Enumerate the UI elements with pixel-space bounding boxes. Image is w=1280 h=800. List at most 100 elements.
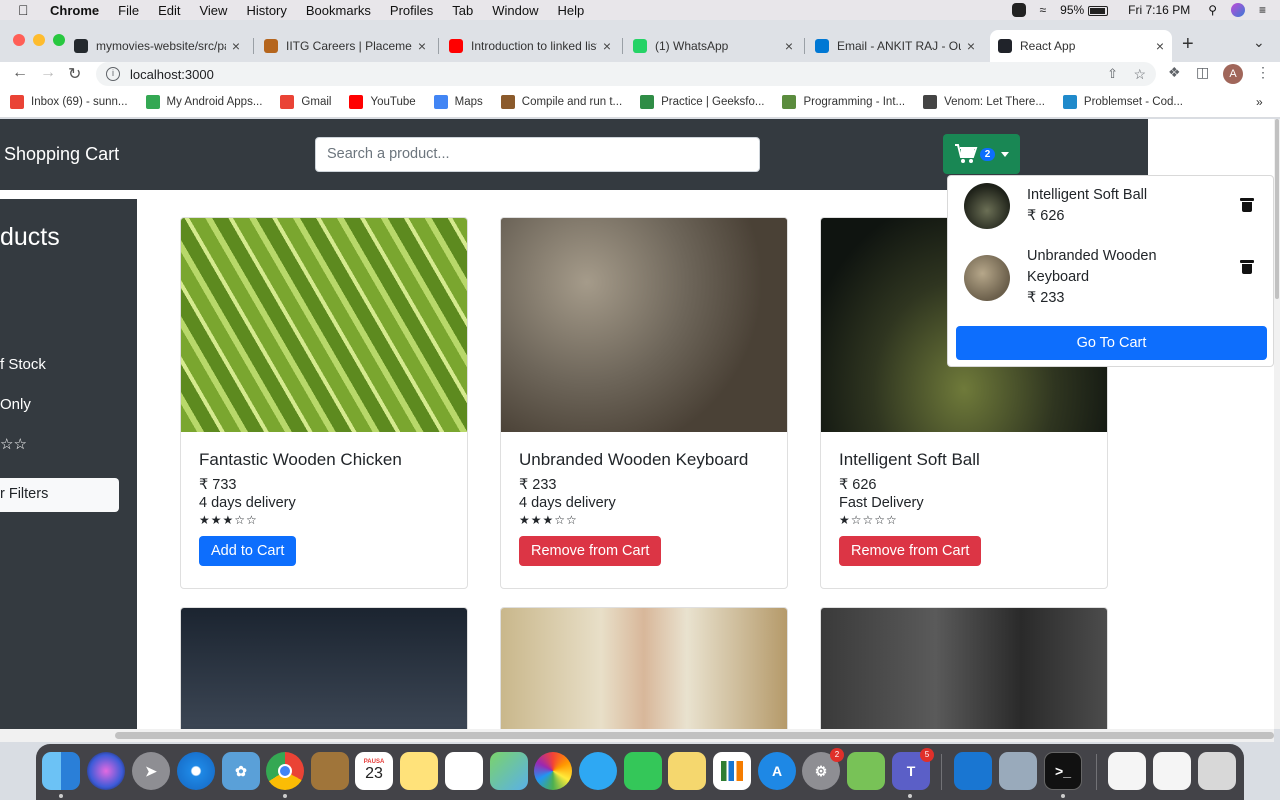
- reload-icon[interactable]: ↻: [68, 64, 81, 84]
- notes-book-icon[interactable]: [311, 752, 349, 790]
- teams-icon[interactable]: T5: [892, 748, 934, 790]
- close-tab-icon[interactable]: ×: [418, 38, 426, 54]
- launchpad-icon[interactable]: ➤: [132, 752, 170, 790]
- trash-icon[interactable]: [1240, 198, 1254, 212]
- share-icon[interactable]: ⇧: [1107, 66, 1118, 82]
- brand-title[interactable]: Shopping Cart: [4, 144, 119, 165]
- menu-bookmarks[interactable]: Bookmarks: [306, 3, 371, 18]
- close-tab-icon[interactable]: ×: [1156, 38, 1164, 54]
- bookmark-favicon-icon: [349, 94, 364, 109]
- browser-tab[interactable]: Email - ANKIT RAJ - Outl ×: [807, 30, 983, 62]
- filter-rating-stars[interactable]: ☆☆: [0, 435, 27, 453]
- menu-window[interactable]: Window: [492, 3, 538, 18]
- bookmark-item[interactable]: Venom: Let There...: [923, 94, 1045, 109]
- wifi-icon[interactable]: ≈: [1040, 3, 1047, 17]
- preview-photos-icon[interactable]: [999, 752, 1037, 790]
- calendar-icon[interactable]: PAUSA 23: [355, 752, 393, 790]
- reminders-icon[interactable]: [445, 752, 483, 790]
- bookmark-item[interactable]: Inbox (69) - sunn...: [10, 94, 128, 109]
- finder-icon[interactable]: [42, 752, 80, 790]
- cart-dropdown-button[interactable]: 2: [943, 134, 1020, 174]
- menu-edit[interactable]: Edit: [158, 3, 180, 18]
- remove-from-cart-button[interactable]: Remove from Cart: [839, 536, 982, 566]
- trash-bin-icon[interactable]: [1198, 752, 1236, 790]
- pages-icon[interactable]: [668, 752, 706, 790]
- browser-tab[interactable]: React App ×: [990, 30, 1172, 62]
- control-center-icon[interactable]: ≡: [1259, 3, 1266, 17]
- bookmark-item[interactable]: Compile and run t...: [500, 94, 622, 109]
- menu-profiles[interactable]: Profiles: [390, 3, 433, 18]
- side-panel-icon[interactable]: ◫: [1196, 64, 1209, 81]
- zoom-window-button[interactable]: [53, 34, 65, 46]
- system-preferences-icon[interactable]: ⚙ 2: [802, 748, 844, 790]
- go-to-cart-button[interactable]: Go To Cart: [956, 326, 1267, 360]
- extensions-icon[interactable]: ❖: [1168, 64, 1181, 81]
- close-tab-icon[interactable]: ×: [785, 38, 793, 54]
- menu-file[interactable]: File: [118, 3, 139, 18]
- menu-tab[interactable]: Tab: [452, 3, 473, 18]
- status-app-icon[interactable]: [1011, 3, 1026, 17]
- siri-icon[interactable]: [1230, 3, 1245, 17]
- bookmark-item[interactable]: Programming - Int...: [782, 94, 905, 109]
- filter-fast-delivery[interactable]: Only: [0, 396, 31, 413]
- remove-from-cart-button[interactable]: Remove from Cart: [519, 536, 662, 566]
- menu-app-name[interactable]: Chrome: [50, 3, 99, 18]
- bookmark-item[interactable]: YouTube: [349, 94, 416, 109]
- filter-out-of-stock[interactable]: f Stock: [0, 356, 46, 373]
- menu-help[interactable]: Help: [558, 3, 585, 18]
- android-studio-icon[interactable]: [847, 752, 885, 790]
- more-menu-icon[interactable]: ⋮: [1256, 64, 1270, 81]
- site-info-icon[interactable]: i: [106, 67, 120, 81]
- notes-icon[interactable]: [400, 752, 438, 790]
- browser-tab[interactable]: (1) WhatsApp ×: [625, 30, 801, 62]
- maps-icon[interactable]: [490, 752, 528, 790]
- url-text[interactable]: localhost:3000: [130, 67, 214, 82]
- bookmark-item[interactable]: Maps: [433, 94, 483, 109]
- safari-icon[interactable]: [177, 752, 215, 790]
- document-icon[interactable]: [1108, 752, 1146, 790]
- menu-history[interactable]: History: [246, 3, 286, 18]
- bookmark-item[interactable]: Problemset - Cod...: [1062, 94, 1183, 109]
- profile-avatar[interactable]: A: [1223, 64, 1243, 84]
- apple-icon[interactable]: : [18, 2, 32, 18]
- forward-arrow-icon[interactable]: →: [40, 64, 56, 82]
- close-tab-icon[interactable]: ×: [232, 38, 240, 54]
- tab-search-chevron-icon[interactable]: ⌄: [1253, 34, 1265, 51]
- bookmark-item[interactable]: Gmail: [280, 94, 331, 109]
- browser-tab[interactable]: mymovies-website/src/pa ×: [66, 30, 248, 62]
- document-chrome-icon[interactable]: [1153, 752, 1191, 790]
- search-input[interactable]: Search a product...: [315, 137, 760, 172]
- new-tab-button[interactable]: +: [1182, 33, 1194, 56]
- clock[interactable]: Fri 7:16 PM: [1128, 3, 1190, 17]
- terminal-icon[interactable]: >_: [1044, 752, 1082, 790]
- vertical-scrollbar[interactable]: [1274, 119, 1280, 729]
- trash-icon[interactable]: [1240, 260, 1254, 274]
- close-tab-icon[interactable]: ×: [603, 38, 611, 54]
- messages-icon[interactable]: [579, 752, 617, 790]
- numbers-icon[interactable]: [713, 752, 751, 790]
- address-bar[interactable]: i localhost:3000 ⇧ ☆: [96, 62, 1156, 86]
- close-tab-icon[interactable]: ×: [967, 38, 975, 54]
- add-to-cart-button[interactable]: Add to Cart: [199, 536, 297, 566]
- battery-icon[interactable]: [1088, 3, 1109, 17]
- browser-tab[interactable]: Introduction to linked list ×: [441, 30, 619, 62]
- spotlight-icon[interactable]: ⚲: [1208, 3, 1217, 17]
- more-bookmarks-chevron-icon[interactable]: »: [1256, 95, 1263, 109]
- close-window-button[interactable]: [13, 34, 25, 46]
- clear-filters-button[interactable]: r Filters: [0, 478, 119, 512]
- chrome-dock-icon[interactable]: [266, 752, 304, 790]
- horizontal-scrollbar[interactable]: [0, 729, 1274, 742]
- bookmark-item[interactable]: Practice | Geeksfo...: [640, 94, 764, 109]
- preview-icon[interactable]: ✿: [222, 752, 260, 790]
- bookmark-item[interactable]: My Android Apps...: [145, 94, 262, 109]
- xcode-icon[interactable]: [954, 752, 992, 790]
- app-store-icon[interactable]: A: [758, 752, 796, 790]
- menu-view[interactable]: View: [199, 3, 227, 18]
- minimize-window-button[interactable]: [33, 34, 45, 46]
- photos-icon[interactable]: [534, 752, 572, 790]
- browser-tab[interactable]: IITG Careers | Placement ×: [256, 30, 434, 62]
- siri-dock-icon[interactable]: [87, 752, 125, 790]
- bookmark-star-icon[interactable]: ☆: [1133, 66, 1146, 83]
- back-arrow-icon[interactable]: ←: [12, 64, 28, 82]
- facetime-icon[interactable]: [624, 752, 662, 790]
